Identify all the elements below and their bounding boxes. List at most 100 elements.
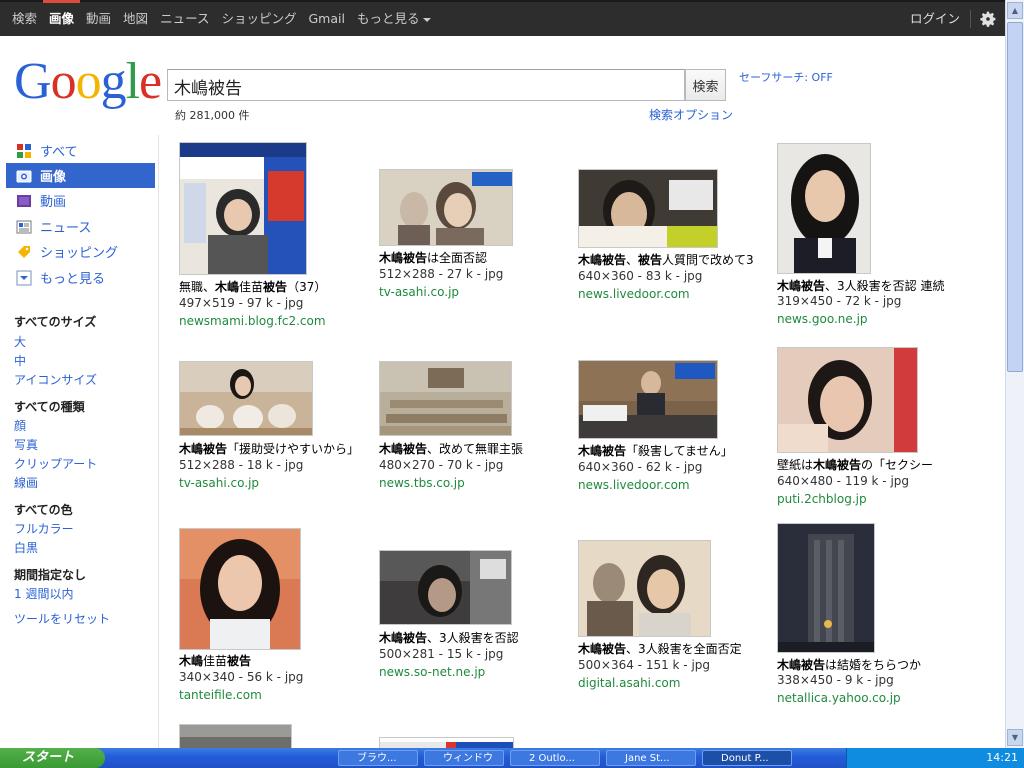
- result-thumbnail[interactable]: [379, 550, 512, 625]
- chevron-down-icon: [423, 17, 432, 22]
- title-highlight: 木嶋被告: [578, 253, 627, 267]
- result-domain[interactable]: news.tbs.co.jp: [379, 476, 465, 490]
- search-options-link[interactable]: 検索オプション: [649, 106, 733, 123]
- result-thumbnail[interactable]: [379, 737, 514, 748]
- vertical-scrollbar[interactable]: ▲ ▼: [1005, 0, 1024, 748]
- result-title[interactable]: 木嶋被告、3人殺害を否認: [379, 629, 574, 646]
- result-domain[interactable]: tv-asahi.co.jp: [179, 476, 259, 490]
- taskbar-item[interactable]: Jane St...: [606, 750, 696, 766]
- result-domain[interactable]: news.goo.ne.jp: [777, 312, 868, 326]
- result-thumbnail[interactable]: [777, 143, 871, 274]
- size-icon-link[interactable]: アイコンサイズ: [14, 371, 97, 388]
- type-lineart-link[interactable]: 線画: [14, 474, 38, 491]
- size-medium-link[interactable]: 中: [14, 352, 26, 369]
- system-tray-clock[interactable]: 14:21: [846, 748, 1024, 768]
- time-filter-heading: 期間指定なし: [14, 568, 87, 582]
- taskbar-item[interactable]: ブラウ...: [338, 750, 418, 766]
- start-button[interactable]: スタート: [0, 748, 105, 768]
- type-clipart-link[interactable]: クリップアート: [14, 455, 97, 472]
- search-button[interactable]: 検索: [685, 69, 726, 101]
- result-thumbnail[interactable]: [777, 523, 875, 653]
- result-title[interactable]: 木嶋被告、改めて無罪主張: [379, 440, 574, 457]
- result-thumbnail[interactable]: [777, 347, 918, 453]
- color-full-link[interactable]: フルカラー: [14, 520, 74, 537]
- result-title[interactable]: 木嶋被告「援助受けやすいから」: [179, 440, 374, 457]
- sidebar-item-label: もっと見る: [40, 272, 106, 287]
- scroll-down-arrow-icon[interactable]: ▼: [1007, 729, 1023, 746]
- safesearch-link[interactable]: セーフサーチ: OFF: [739, 69, 833, 85]
- time-week-link[interactable]: 1 週間以内: [14, 585, 73, 602]
- title-highlight: 被告: [638, 253, 663, 267]
- reset-tools-link[interactable]: ツールをリセット: [14, 610, 110, 627]
- result-domain[interactable]: tv-asahi.co.jp: [379, 285, 459, 299]
- result-title[interactable]: 木嶋被告、被告人質問で改めて3: [578, 251, 773, 268]
- title-text: 佳苗: [239, 280, 264, 294]
- google-logo[interactable]: Google: [14, 56, 162, 108]
- sidebar-item-all[interactable]: すべて: [6, 138, 155, 163]
- result-title[interactable]: 木嶋佳苗被告: [179, 652, 374, 669]
- expand-icon: [16, 270, 32, 285]
- sidebar-item-images[interactable]: 画像: [6, 163, 155, 188]
- title-highlight: 木嶋被告: [578, 444, 627, 458]
- result-domain[interactable]: news.livedoor.com: [578, 478, 690, 492]
- nav-images[interactable]: 画像: [43, 0, 81, 36]
- result-thumbnail[interactable]: [179, 142, 307, 275]
- result-domain[interactable]: puti.2chblog.jp: [777, 492, 867, 506]
- taskbar-item[interactable]: Donut P...: [702, 750, 792, 766]
- search-input[interactable]: 木嶋被告: [167, 69, 685, 101]
- sidebar-item-more[interactable]: もっと見る: [6, 265, 155, 290]
- scroll-up-arrow-icon[interactable]: ▲: [1007, 2, 1023, 19]
- title-highlight: 木嶋被告: [179, 442, 228, 456]
- result-thumbnail[interactable]: [379, 169, 513, 246]
- nav-news[interactable]: ニュース: [154, 2, 215, 36]
- size-filter-heading: すべてのサイズ: [14, 315, 97, 329]
- result-title[interactable]: 木嶋被告、3人殺害を全面否定: [578, 640, 773, 657]
- sidebar-item-label: すべて: [40, 145, 78, 160]
- type-photo-link[interactable]: 写真: [14, 436, 38, 453]
- gear-icon[interactable]: [977, 8, 999, 30]
- result-title[interactable]: 木嶋被告は全面否認: [379, 249, 574, 266]
- nav-search[interactable]: 検索: [6, 2, 43, 36]
- result-meta: 319×450 - 72 k - jpg: [777, 294, 902, 308]
- image-icon: [16, 170, 32, 182]
- result-title[interactable]: 木嶋被告、3人殺害を否認 連続: [777, 277, 972, 294]
- scroll-thumb[interactable]: [1007, 22, 1023, 372]
- color-bw-link[interactable]: 白黒: [14, 539, 38, 556]
- result-thumbnail[interactable]: [578, 540, 711, 637]
- type-face-link[interactable]: 顔: [14, 417, 26, 434]
- sidebar-item-label: 動画: [40, 195, 67, 210]
- result-title[interactable]: 壁紙は木嶋被告の「セクシー: [777, 456, 972, 473]
- result-thumbnail[interactable]: [179, 528, 301, 650]
- result-domain[interactable]: newsmami.blog.fc2.com: [179, 314, 326, 328]
- result-domain[interactable]: news.livedoor.com: [578, 287, 690, 301]
- title-highlight: 木嶋被告: [813, 458, 862, 472]
- result-thumbnail[interactable]: [179, 724, 292, 748]
- result-thumbnail[interactable]: [578, 360, 718, 439]
- result-thumbnail[interactable]: [578, 169, 718, 248]
- taskbar-item[interactable]: ウィンドウ: [424, 750, 504, 766]
- result-title[interactable]: 無職、木嶋佳苗被告（37）: [179, 278, 374, 295]
- title-text: 佳苗: [203, 654, 228, 668]
- sidebar-item-news[interactable]: ニュース: [6, 214, 155, 239]
- size-large-link[interactable]: 大: [14, 333, 26, 350]
- nav-maps[interactable]: 地図: [117, 2, 154, 36]
- result-domain[interactable]: digital.asahi.com: [578, 676, 680, 690]
- result-thumbnail[interactable]: [179, 361, 313, 436]
- result-domain[interactable]: tanteifile.com: [179, 688, 262, 702]
- result-domain[interactable]: netallica.yahoo.co.jp: [777, 691, 901, 705]
- type-filter-heading: すべての種類: [14, 400, 85, 414]
- sidebar-item-shopping[interactable]: ショッピング: [6, 239, 155, 264]
- login-link[interactable]: ログイン: [900, 10, 971, 28]
- windows-taskbar: スタート ブラウ... ウィンドウ 2 Outlo... Jane St... …: [0, 748, 1024, 768]
- nav-more[interactable]: もっと見る: [351, 2, 438, 36]
- result-domain[interactable]: news.so-net.ne.jp: [379, 665, 485, 679]
- sidebar-item-videos[interactable]: 動画: [6, 188, 155, 213]
- result-title[interactable]: 木嶋被告は結婚をちらつか: [777, 656, 972, 673]
- nav-shopping[interactable]: ショッピング: [215, 2, 302, 36]
- nav-gmail[interactable]: Gmail: [302, 2, 350, 36]
- tag-icon: [18, 245, 30, 258]
- taskbar-item[interactable]: 2 Outlo...: [510, 750, 600, 766]
- nav-videos[interactable]: 動画: [80, 2, 117, 36]
- result-thumbnail[interactable]: [379, 361, 512, 436]
- result-title[interactable]: 木嶋被告「殺害してません」: [578, 442, 773, 459]
